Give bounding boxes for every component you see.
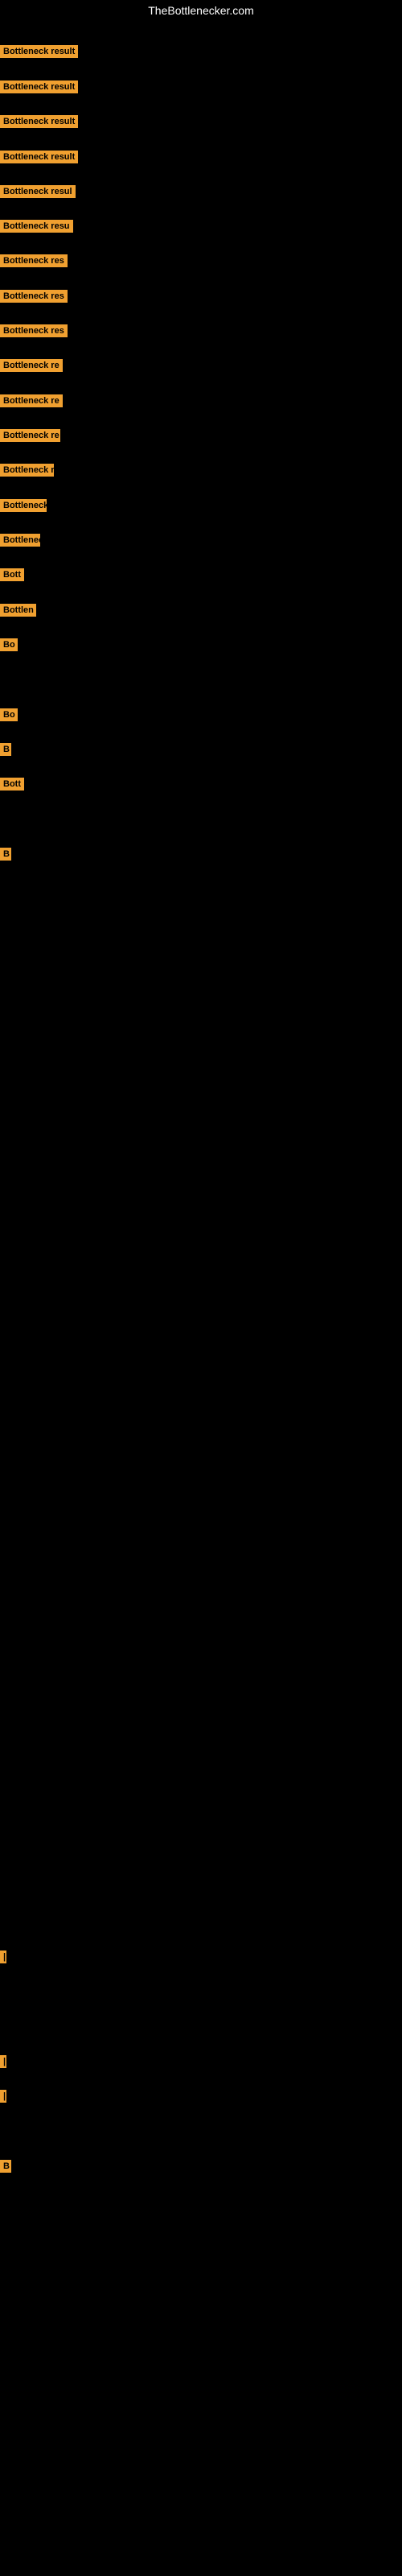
bottleneck-badge-container: Bottleneck resu [0,220,73,237]
bottleneck-result-badge[interactable]: Bottleneck res [0,290,68,303]
bottleneck-badge-container: Bottleneck resul [0,185,76,202]
bottleneck-badge-container: Bottleneck res [0,290,68,307]
bottleneck-badge-container: Bottleneck result [0,80,78,97]
bottleneck-badge-container: Bottleneck result [0,151,78,167]
bottleneck-badge-container: Bottleneck re [0,359,63,376]
bottleneck-result-badge[interactable]: Bo [0,638,18,651]
bottleneck-result-badge[interactable]: Bott [0,778,24,791]
bottleneck-result-badge[interactable]: Bottleneck [0,499,47,512]
bottleneck-result-badge[interactable]: Bottlen [0,604,36,617]
bottleneck-result-badge[interactable]: | [0,2055,6,2068]
bottleneck-badge-container: | [0,1951,6,1967]
bottleneck-badge-container: Bottleneck res [0,254,68,271]
bottleneck-result-badge[interactable]: Bottleneck re [0,359,63,372]
bottleneck-result-badge[interactable]: Bott [0,568,24,581]
bottleneck-badge-container: B [0,2160,11,2177]
bottleneck-result-badge[interactable]: B [0,848,11,861]
bottleneck-result-badge[interactable]: Bottleneck result [0,115,78,128]
bottleneck-badge-container: Bottleneck re [0,429,60,446]
bottleneck-badge-container: B [0,743,11,760]
bottleneck-result-badge[interactable]: Bottleneck re [0,394,63,407]
bottleneck-result-badge[interactable]: Bo [0,708,18,721]
bottleneck-result-badge[interactable]: Bottleneck res [0,324,68,337]
bottleneck-badge-container: | [0,2055,6,2072]
bottleneck-result-badge[interactable]: Bottleneck res [0,254,68,267]
bottleneck-badge-container: B [0,848,11,865]
bottleneck-result-badge[interactable]: | [0,1951,6,1963]
bottleneck-badge-container: Bottlenec [0,534,40,551]
bottleneck-badge-container: Bottleneck result [0,45,78,62]
bottleneck-result-badge[interactable]: Bottleneck r [0,464,54,477]
bottleneck-badge-container: Bottlen [0,604,36,621]
bottleneck-badge-container: Bottleneck [0,499,47,516]
bottleneck-result-badge[interactable]: Bottleneck result [0,151,78,163]
bottleneck-result-badge[interactable]: Bottleneck resu [0,220,73,233]
bottleneck-result-badge[interactable]: | [0,2090,6,2103]
bottleneck-result-badge[interactable]: Bottleneck result [0,45,78,58]
bottleneck-badge-container: | [0,2090,6,2107]
bottleneck-badge-container: Bottleneck result [0,115,78,132]
bottleneck-badge-container: Bott [0,568,24,585]
bottleneck-badge-container: Bott [0,778,24,795]
bottleneck-result-badge[interactable]: Bottlenec [0,534,40,547]
bottleneck-result-badge[interactable]: B [0,743,11,756]
bottleneck-result-badge[interactable]: B [0,2160,11,2173]
bottleneck-badge-container: Bottleneck res [0,324,68,341]
bottleneck-badge-container: Bo [0,708,18,725]
bottleneck-result-badge[interactable]: Bottleneck resul [0,185,76,198]
bottleneck-badge-container: Bottleneck r [0,464,54,481]
bottleneck-badge-container: Bo [0,638,18,655]
bottleneck-result-badge[interactable]: Bottleneck result [0,80,78,93]
bottleneck-result-badge[interactable]: Bottleneck re [0,429,60,442]
site-title: TheBottlenecker.com [0,0,402,21]
bottleneck-badge-container: Bottleneck re [0,394,63,411]
